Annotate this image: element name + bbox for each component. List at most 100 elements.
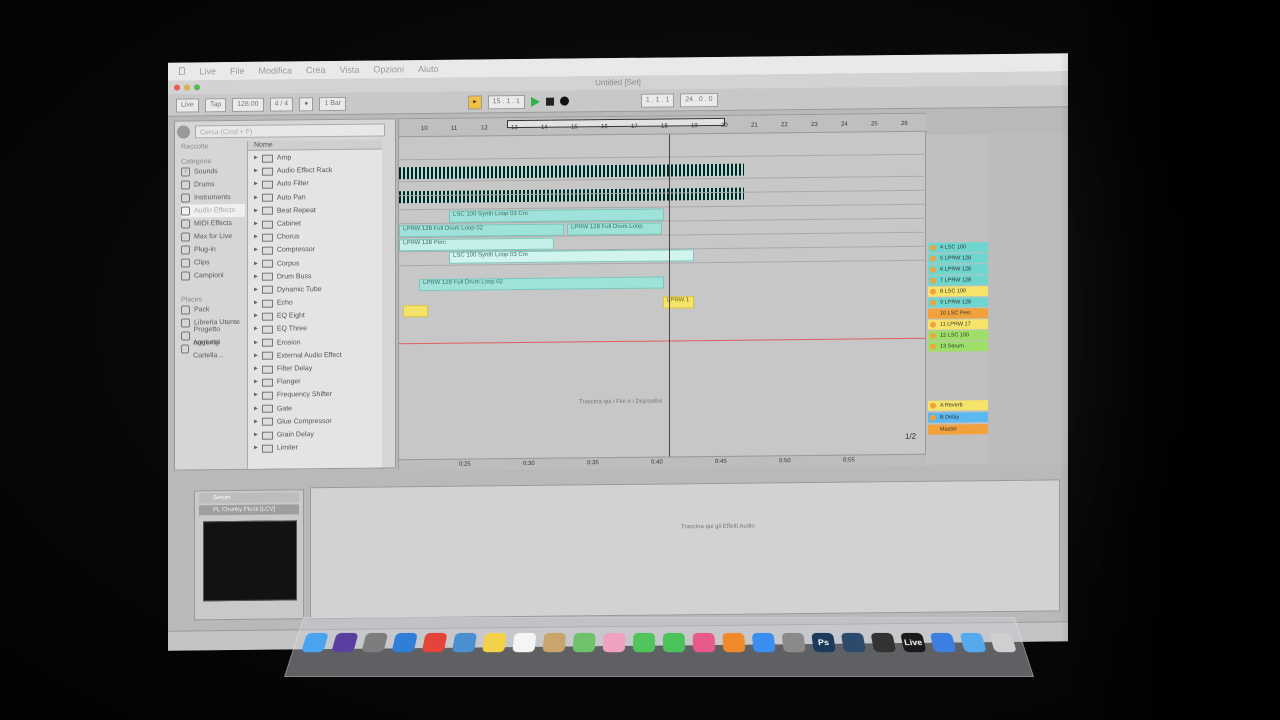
category-instruments[interactable]: Instruments <box>181 191 245 205</box>
expand-arrow-icon[interactable]: ▶ <box>254 244 258 257</box>
contacts-icon[interactable] <box>542 632 567 653</box>
preset-name[interactable]: PL Chunky Pluck [LCV] <box>199 504 299 516</box>
time-ruler[interactable]: 0:25 0:30 0:35 0:40 0:45 0:50 0:55 <box>399 453 927 472</box>
stop-button[interactable] <box>545 97 554 106</box>
expand-arrow-icon[interactable]: ▶ <box>254 297 258 310</box>
expand-arrow-icon[interactable]: ▶ <box>254 416 258 429</box>
close-window-button[interactable] <box>174 84 180 91</box>
category-max-for-live[interactable]: Max for Live <box>181 230 245 244</box>
minimize-window-button[interactable] <box>184 84 190 91</box>
browser-toggle-button[interactable] <box>177 125 190 139</box>
messages-icon[interactable] <box>632 632 656 653</box>
menu-help[interactable]: Aiuto <box>418 64 439 74</box>
calendar-icon[interactable] <box>512 632 537 653</box>
photoshop-icon[interactable]: Ps <box>811 632 836 653</box>
trash-icon[interactable] <box>989 632 1017 653</box>
ibooks-icon[interactable] <box>722 632 746 653</box>
expand-arrow-icon[interactable]: ▶ <box>254 350 258 363</box>
clip[interactable]: LPRW 128 Full Drum Loop <box>567 222 662 236</box>
clip[interactable]: LSC 100 Synth Loop 03 Cm <box>449 249 694 264</box>
quantize-menu[interactable]: 1 Bar <box>319 96 347 111</box>
lightroom-icon[interactable] <box>840 632 867 653</box>
expand-arrow-icon[interactable]: ▶ <box>254 336 258 349</box>
siri-icon[interactable] <box>331 632 359 653</box>
safari-icon[interactable] <box>391 632 418 653</box>
menu-create[interactable]: Crea <box>306 65 326 75</box>
browser-search-input[interactable]: Cerca (Cmd + F) <box>195 123 385 139</box>
finder-icon[interactable] <box>301 632 329 653</box>
expand-arrow-icon[interactable]: ▶ <box>254 165 258 178</box>
folder-icon[interactable] <box>959 632 987 653</box>
arrangement-position-field[interactable]: 15 . 1 . 1 <box>487 94 525 109</box>
device-title-bar[interactable]: Serum <box>199 492 299 504</box>
ableton-live-icon[interactable]: Live <box>900 632 927 653</box>
facetime-icon[interactable] <box>662 632 686 653</box>
expand-arrow-icon[interactable]: ▶ <box>254 257 258 270</box>
expand-arrow-icon[interactable]: ▶ <box>254 402 258 415</box>
menu-file[interactable]: File <box>230 66 245 76</box>
expand-arrow-icon[interactable]: ▶ <box>254 205 258 218</box>
category-sounds[interactable]: ♪ Sounds <box>181 165 245 179</box>
expand-arrow-icon[interactable]: ▶ <box>254 191 258 204</box>
expand-arrow-icon[interactable]: ▶ <box>254 231 258 244</box>
clip[interactable]: LPRW 1 <box>663 296 694 309</box>
category-plugins[interactable]: Plug-in <box>181 243 245 257</box>
expand-arrow-icon[interactable]: ▶ <box>254 310 258 323</box>
expand-arrow-icon[interactable]: ▶ <box>254 376 258 389</box>
expand-arrow-icon[interactable]: ▶ <box>254 442 258 455</box>
clip[interactable]: LPRW 128 Full Drum Loop 02 <box>399 223 564 238</box>
menu-live[interactable]: Live <box>200 66 217 76</box>
category-audio-effects[interactable]: Audio Effects <box>181 203 245 218</box>
expand-arrow-icon[interactable]: ▶ <box>254 389 258 402</box>
audio-effects-area[interactable]: Trascina qui gli Effetti Audio <box>310 479 1060 620</box>
appstore-icon[interactable] <box>751 632 776 653</box>
maps-icon[interactable] <box>572 632 596 653</box>
expand-arrow-icon[interactable]: ▶ <box>254 270 258 283</box>
menu-view[interactable]: Vista <box>340 65 360 75</box>
itunes-icon[interactable] <box>692 632 716 653</box>
tempo-field[interactable]: 128.00 <box>232 97 264 112</box>
expand-arrow-icon[interactable]: ▶ <box>254 363 258 376</box>
clip[interactable] <box>403 304 428 318</box>
record-button[interactable] <box>559 96 569 106</box>
photos-icon[interactable] <box>602 632 626 653</box>
menu-options[interactable]: Opzioni <box>373 64 404 74</box>
zoom-window-button[interactable] <box>194 84 200 91</box>
automation-line[interactable] <box>399 337 927 345</box>
follow-button[interactable]: ▸ <box>468 94 482 110</box>
preview-icon[interactable] <box>451 632 478 653</box>
place-add-folder[interactable]: Aggiungi Cartella... <box>181 339 245 359</box>
name-column-header[interactable]: Nome <box>248 139 382 151</box>
expand-arrow-icon[interactable]: ▶ <box>254 429 258 442</box>
category-drums[interactable]: Drums <box>181 178 245 192</box>
loop-length-field[interactable]: 24 . 0 . 0 <box>680 92 718 107</box>
clip[interactable]: LPRW 128 Full Drum Loop 02 <box>419 276 664 292</box>
expand-arrow-icon[interactable]: ▶ <box>254 152 258 165</box>
apple-menu-icon[interactable]:  <box>178 66 186 77</box>
dropbox-icon[interactable] <box>929 632 957 653</box>
link-button[interactable]: Live <box>176 97 199 113</box>
play-button[interactable] <box>530 96 540 107</box>
clip[interactable]: LPRW 128 Perc <box>399 237 554 252</box>
launchpad-icon[interactable] <box>361 632 389 653</box>
expand-arrow-icon[interactable]: ▶ <box>254 218 258 231</box>
loop-start-field[interactable]: 1 . 1 . 1 <box>640 92 675 108</box>
expand-arrow-icon[interactable]: ▶ <box>254 178 258 191</box>
system-preferences-icon[interactable] <box>781 632 806 653</box>
category-clips[interactable]: Clips <box>181 256 245 270</box>
browser-item[interactable]: ▶ Limiter <box>248 441 382 456</box>
time-signature-field[interactable]: 4 / 4 <box>269 96 294 112</box>
place-packs[interactable]: Pack <box>181 303 245 317</box>
clip[interactable]: LSC 100 Synth Loop 03 Cm <box>449 208 664 223</box>
chrome-icon[interactable] <box>421 632 448 653</box>
category-midi-effects[interactable]: MIDI Effects <box>181 217 245 231</box>
menu-edit[interactable]: Modifica <box>259 65 293 75</box>
expand-arrow-icon[interactable]: ▶ <box>254 323 258 336</box>
metronome-button[interactable]: ● <box>299 96 314 111</box>
expand-arrow-icon[interactable]: ▶ <box>254 284 258 297</box>
category-samples[interactable]: Campioni <box>181 269 245 283</box>
notes-icon[interactable] <box>482 632 507 653</box>
plugin-window[interactable] <box>203 520 297 602</box>
tap-tempo-button[interactable]: Tap <box>204 97 227 112</box>
unity-icon[interactable] <box>870 632 897 653</box>
